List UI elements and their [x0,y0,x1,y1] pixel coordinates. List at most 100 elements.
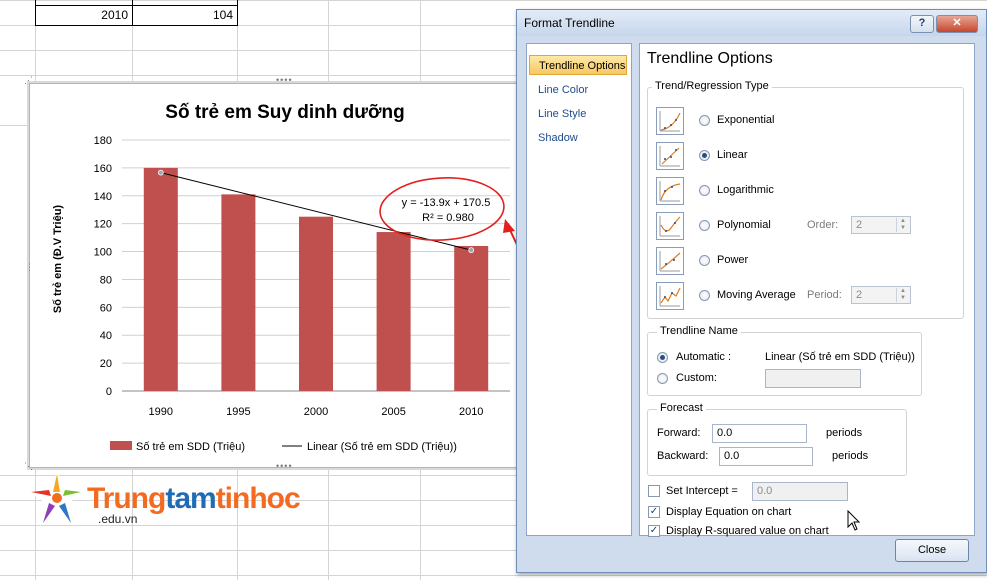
exponential-label[interactable]: Exponential [717,114,775,126]
chart-title: Số trẻ em Suy dinh dưỡng [165,102,404,123]
forward-label: Forward: [657,427,701,439]
trend-type-group: Trend/Regression Type Exponential Linear… [647,80,964,319]
close-window-button[interactable]: ✕ [936,15,978,33]
backward-label: Backward: [657,450,709,462]
nav-trendline-options[interactable]: Trendline Options [529,55,627,75]
y-tick-label: 80 [100,274,112,286]
equation-text: y = -13.9x + 170.5 [402,197,491,209]
linear-icon [656,142,684,170]
help-button[interactable]: ? [910,15,934,33]
close-button[interactable]: Close [895,539,969,562]
exponential-radio[interactable] [699,115,710,126]
forecast-group-label: Forecast [657,402,706,414]
logo-tinhoc: tinhoc [215,482,301,515]
moving-average-label[interactable]: Moving Average [717,289,796,301]
cell-value[interactable]: 104 [133,8,233,22]
forward-periods-label: periods [826,427,863,439]
period-spinner-arrows-icon[interactable]: ▲ ▼ [896,288,909,302]
backward-input[interactable]: 0.0 [719,447,813,466]
dialog-titlebar[interactable]: Format Trendline ? ✕ [517,10,986,36]
nav-line-color[interactable]: Line Color [529,80,627,100]
intercept-input[interactable]: 0.0 [752,482,848,501]
x-axis-ticks: 1990 1995 2000 2005 2010 [149,406,484,418]
bar[interactable] [454,245,489,391]
trendline-handle[interactable] [157,169,164,176]
power-radio[interactable] [699,255,710,266]
logarithmic-radio[interactable] [699,185,710,196]
trendline-name-group: Trendline Name Automatic : Linear (Số tr… [647,325,922,396]
y-tick-label: 120 [94,219,112,231]
period-value: 2 [856,289,863,301]
custom-name-input[interactable] [765,369,861,388]
trendline-name-group-label: Trendline Name [657,325,741,337]
exponential-icon [656,107,684,135]
logo-wordmark: Trungtamtinhoc [87,482,301,516]
logarithmic-label[interactable]: Logarithmic [717,184,774,196]
automatic-label[interactable]: Automatic : [676,351,731,363]
moving-average-icon [656,282,684,310]
power-label[interactable]: Power [717,254,748,266]
mouse-cursor-icon [847,510,861,531]
x-tick-label: 1990 [149,406,173,418]
display-equation-checkbox[interactable]: ✓ [648,506,660,518]
custom-label[interactable]: Custom: [676,372,717,384]
display-equation-label[interactable]: Display Equation on chart [666,506,791,518]
polynomial-radio[interactable] [699,220,710,231]
annotation-circle-equation [379,177,505,241]
legend-series-swatch [110,441,132,450]
chart-area[interactable]: •••• ⋮ •••• ⋰ ⋱ Số trẻ em Suy dinh dưỡng… [24,75,526,471]
legend-series-label: Số trẻ em SDD (Triệu) [136,441,245,453]
automatic-name-value: Linear (Số trẻ em SDD (Triệu)) [765,351,915,363]
star-logo-icon [29,470,85,526]
y-axis-title: Số trẻ em (Đ.V Triệu) [52,205,64,314]
automatic-radio[interactable] [657,352,668,363]
forward-input[interactable]: 0.0 [712,424,807,443]
period-spinner[interactable]: 2 ▲ ▼ [851,286,911,304]
custom-radio[interactable] [657,373,668,384]
trend-type-group-label: Trend/Regression Type [652,80,772,92]
trendline-equation-label[interactable]: y = -13.9x + 170.5 R² = 0.980 [402,197,491,224]
x-tick-label: 1995 [226,406,250,418]
format-trendline-dialog[interactable]: Format Trendline ? ✕ Trendline Options L… [516,9,987,573]
linear-radio[interactable] [699,150,710,161]
y-tick-label: 40 [100,330,112,342]
logo-tam: tam [165,482,216,515]
polynomial-icon [656,212,684,240]
y-tick-label: 140 [94,191,112,203]
power-icon [656,247,684,275]
category-nav: Trendline Options Line Color Line Style … [526,43,632,536]
bar[interactable] [376,232,411,391]
display-r2-checkbox[interactable]: ✓ [648,525,660,537]
trendline-handle[interactable] [468,247,475,254]
y-tick-label: 160 [94,163,112,175]
bar[interactable] [299,216,333,391]
polynomial-label[interactable]: Polynomial [717,219,771,231]
bar[interactable] [143,167,178,391]
cell-year[interactable]: 2010 [36,8,128,22]
nav-line-style[interactable]: Line Style [529,104,627,124]
legend[interactable]: Số trẻ em SDD (Triệu) Linear (Số trẻ em … [110,441,457,453]
logo-trung: Trung [87,482,166,515]
y-tick-label: 0 [106,386,112,398]
order-label: Order: [807,219,839,231]
x-tick-label: 2000 [304,406,328,418]
order-spinner-arrows-icon[interactable]: ▲ ▼ [896,218,909,232]
order-spinner[interactable]: 2 ▲ ▼ [851,216,911,234]
linear-label[interactable]: Linear [717,149,748,161]
display-r2-label[interactable]: Display R-squared value on chart [666,525,829,537]
y-tick-label: 60 [100,302,112,314]
order-value: 2 [856,219,863,231]
options-pane: Trendline Options Trend/Regression Type … [639,43,975,537]
chart-svg: Số trẻ em Suy dinh dưỡng Số trẻ em (Đ.V … [52,102,510,453]
set-intercept-checkbox[interactable] [648,485,660,497]
nav-shadow[interactable]: Shadow [529,128,627,148]
bar[interactable] [221,194,256,391]
r2-text: R² = 0.980 [422,212,474,224]
panel-title: Trendline Options [647,50,773,67]
logarithmic-icon [656,177,684,205]
set-intercept-label[interactable]: Set Intercept = [666,485,738,497]
logo-domain: .edu.vn [98,512,138,526]
moving-average-radio[interactable] [699,290,710,301]
y-tick-label: 180 [94,135,112,147]
y-tick-label: 100 [94,247,112,259]
